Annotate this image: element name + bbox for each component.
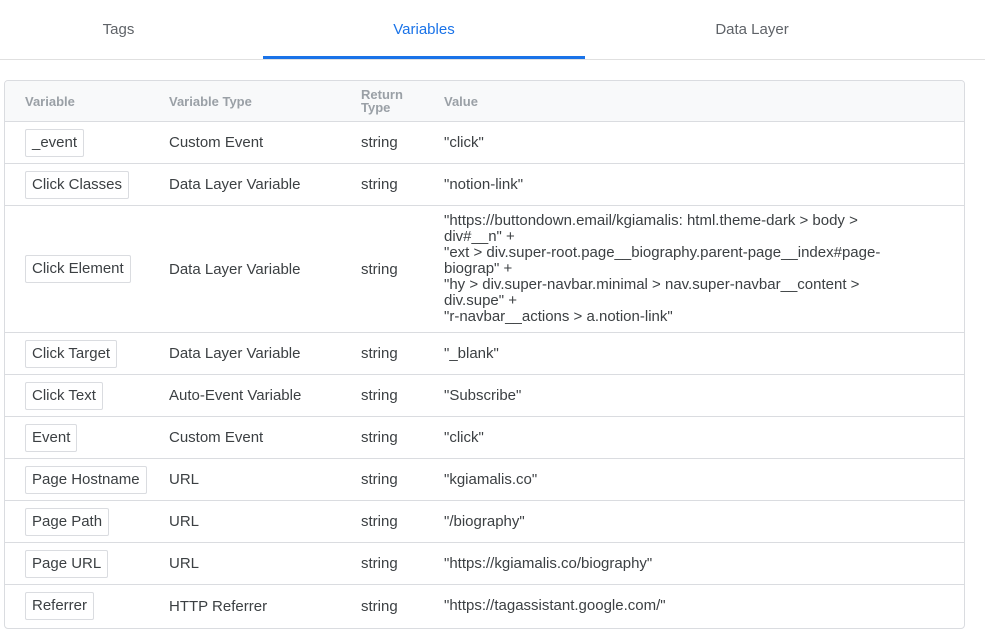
value-line: "kgiamalis.co"	[444, 470, 538, 488]
return-type-cell: string	[361, 513, 398, 530]
return-type-cell: string	[361, 260, 398, 278]
value-cell: "Subscribe"	[444, 375, 944, 416]
tab-variables[interactable]: Variables	[263, 0, 585, 59]
table-row: Page Path URL string "/biography"	[5, 501, 964, 543]
header-variable-type: Variable Type	[169, 93, 252, 109]
variable-name-cell: Page Path	[25, 501, 110, 542]
header-return-type: Return Type	[361, 81, 403, 121]
return-type-cell: string	[361, 387, 398, 404]
value-cell: "/biography"	[444, 501, 944, 542]
return-type-cell: string	[361, 597, 398, 615]
table-row: Page Hostname URL string "kgiamalis.co"	[5, 459, 964, 501]
variable-name-cell: Click Text	[25, 375, 103, 416]
value-line: "hy > div.super-navbar.minimal > nav.sup…	[444, 276, 860, 293]
value-cell: "notion-link"	[444, 164, 944, 205]
table-row: Click Text Auto-Event Variable string "Subs…	[5, 375, 964, 417]
value-line: "https://buttondown.email/kgiamalis: htm…	[444, 212, 858, 229]
variable-name-chip[interactable]: Event	[25, 423, 78, 452]
return-type-cell: string	[361, 555, 398, 572]
value-text: "notion-link"	[444, 175, 524, 193]
variable-type-cell: Custom Event	[169, 134, 264, 151]
value-line: "https://tagassistant.google.com/"	[444, 597, 666, 614]
return-type-cell: string	[361, 134, 398, 151]
variable-type-cell: Auto-Event Variable	[169, 387, 302, 404]
table-row: _event Custom Event string "click"	[5, 122, 964, 164]
variable-name-chip[interactable]: Click Classes	[25, 170, 130, 199]
value-cell: "https://tagassistant.google.com/"	[444, 585, 944, 627]
variable-name-cell: _event	[25, 122, 85, 163]
value-line: div.supe" +	[444, 292, 518, 309]
variable-name-chip[interactable]: Click Element	[25, 255, 131, 283]
return-type-cell: string	[361, 471, 398, 488]
return-type-cell: string	[361, 345, 398, 362]
variable-name-chip[interactable]: Page URL	[25, 549, 109, 578]
variable-name-cell: Referrer	[25, 585, 95, 627]
value-text: "Subscribe"	[444, 386, 522, 404]
header-variable: Variable	[25, 93, 75, 109]
variable-type-cell: URL	[169, 471, 200, 488]
variable-name-chip[interactable]: Page Hostname	[25, 465, 147, 494]
value-line: "https://kgiamalis.co/biography"	[444, 554, 653, 572]
value-cell: "kgiamalis.co"	[444, 459, 944, 500]
table-row: Page URL URL string "https://kgiamalis.co/b…	[5, 543, 964, 585]
variable-type-cell: HTTP Referrer	[169, 597, 268, 615]
return-type-cell: string	[361, 176, 398, 193]
value-text: "https://buttondown.email/kgiamalis: htm…	[444, 213, 880, 325]
header-return-type-line2: Type	[361, 100, 391, 115]
value-cell: "click"	[444, 417, 944, 458]
value-text: "_blank"	[444, 344, 499, 362]
variable-name-cell: Click Element	[25, 206, 131, 332]
variable-type-cell: URL	[169, 513, 200, 530]
variable-type-cell: Custom Event	[169, 429, 264, 446]
variable-type-cell: URL	[169, 555, 200, 572]
value-line: "r-navbar__actions > a.notion-link"	[444, 308, 673, 325]
value-line: "notion-link"	[444, 175, 524, 193]
tab-bar: Tags Variables Data Layer	[0, 0, 985, 60]
variable-name-chip[interactable]: Page Path	[25, 507, 110, 536]
value-line: "_blank"	[444, 344, 499, 362]
value-text: "click"	[444, 133, 484, 151]
variable-name-chip[interactable]: Referrer	[25, 592, 95, 620]
value-text: "kgiamalis.co"	[444, 470, 538, 488]
variable-name-chip[interactable]: _event	[25, 128, 85, 157]
value-text: "https://tagassistant.google.com/"	[444, 598, 666, 614]
value-line: "ext > div.super-root.page__biography.pa…	[444, 244, 881, 261]
variable-name-chip[interactable]: Click Target	[25, 339, 118, 368]
tab-data-layer[interactable]: Data Layer	[585, 0, 919, 59]
variable-name-cell: Event	[25, 417, 78, 458]
value-text: "/biography"	[444, 512, 525, 530]
table-header: Variable Variable Type Return Type Value	[5, 81, 964, 122]
variables-table: Variable Variable Type Return Type Value…	[4, 80, 965, 629]
variable-name-cell: Click Classes	[25, 164, 130, 205]
variable-type-cell: Data Layer Variable	[169, 345, 301, 362]
active-tab-indicator	[263, 56, 585, 59]
value-line: biograp" +	[444, 260, 513, 277]
value-text: "click"	[444, 428, 484, 446]
variable-name-cell: Page Hostname	[25, 459, 147, 500]
variable-name-chip[interactable]: Click Text	[25, 381, 103, 410]
header-value: Value	[444, 93, 478, 109]
value-text: "https://kgiamalis.co/biography"	[444, 554, 653, 572]
table-row: Referrer HTTP Referrer string "https://taga…	[5, 585, 964, 627]
table-row: Click Target Data Layer Variable string "_b…	[5, 333, 964, 375]
variable-name-cell: Click Target	[25, 333, 118, 374]
table-row: Click Element Data Layer Variable string "h…	[5, 206, 964, 333]
value-line: div#__n" +	[444, 228, 515, 245]
variable-type-cell: Data Layer Variable	[169, 176, 301, 193]
return-type-cell: string	[361, 429, 398, 446]
table-row: Click Classes Data Layer Variable string "n…	[5, 164, 964, 206]
value-cell: "https://buttondown.email/kgiamalis: htm…	[444, 206, 944, 332]
value-cell: "_blank"	[444, 333, 944, 374]
value-cell: "https://kgiamalis.co/biography"	[444, 543, 944, 584]
value-line: "Subscribe"	[444, 386, 522, 404]
value-line: "/biography"	[444, 512, 525, 530]
value-cell: "click"	[444, 122, 944, 163]
tab-tags[interactable]: Tags	[0, 0, 237, 59]
table-row: Event Custom Event string "click"	[5, 417, 964, 459]
value-line: "click"	[444, 133, 484, 151]
variable-type-cell: Data Layer Variable	[169, 260, 301, 278]
value-line: "click"	[444, 428, 484, 446]
variable-name-cell: Page URL	[25, 543, 109, 584]
